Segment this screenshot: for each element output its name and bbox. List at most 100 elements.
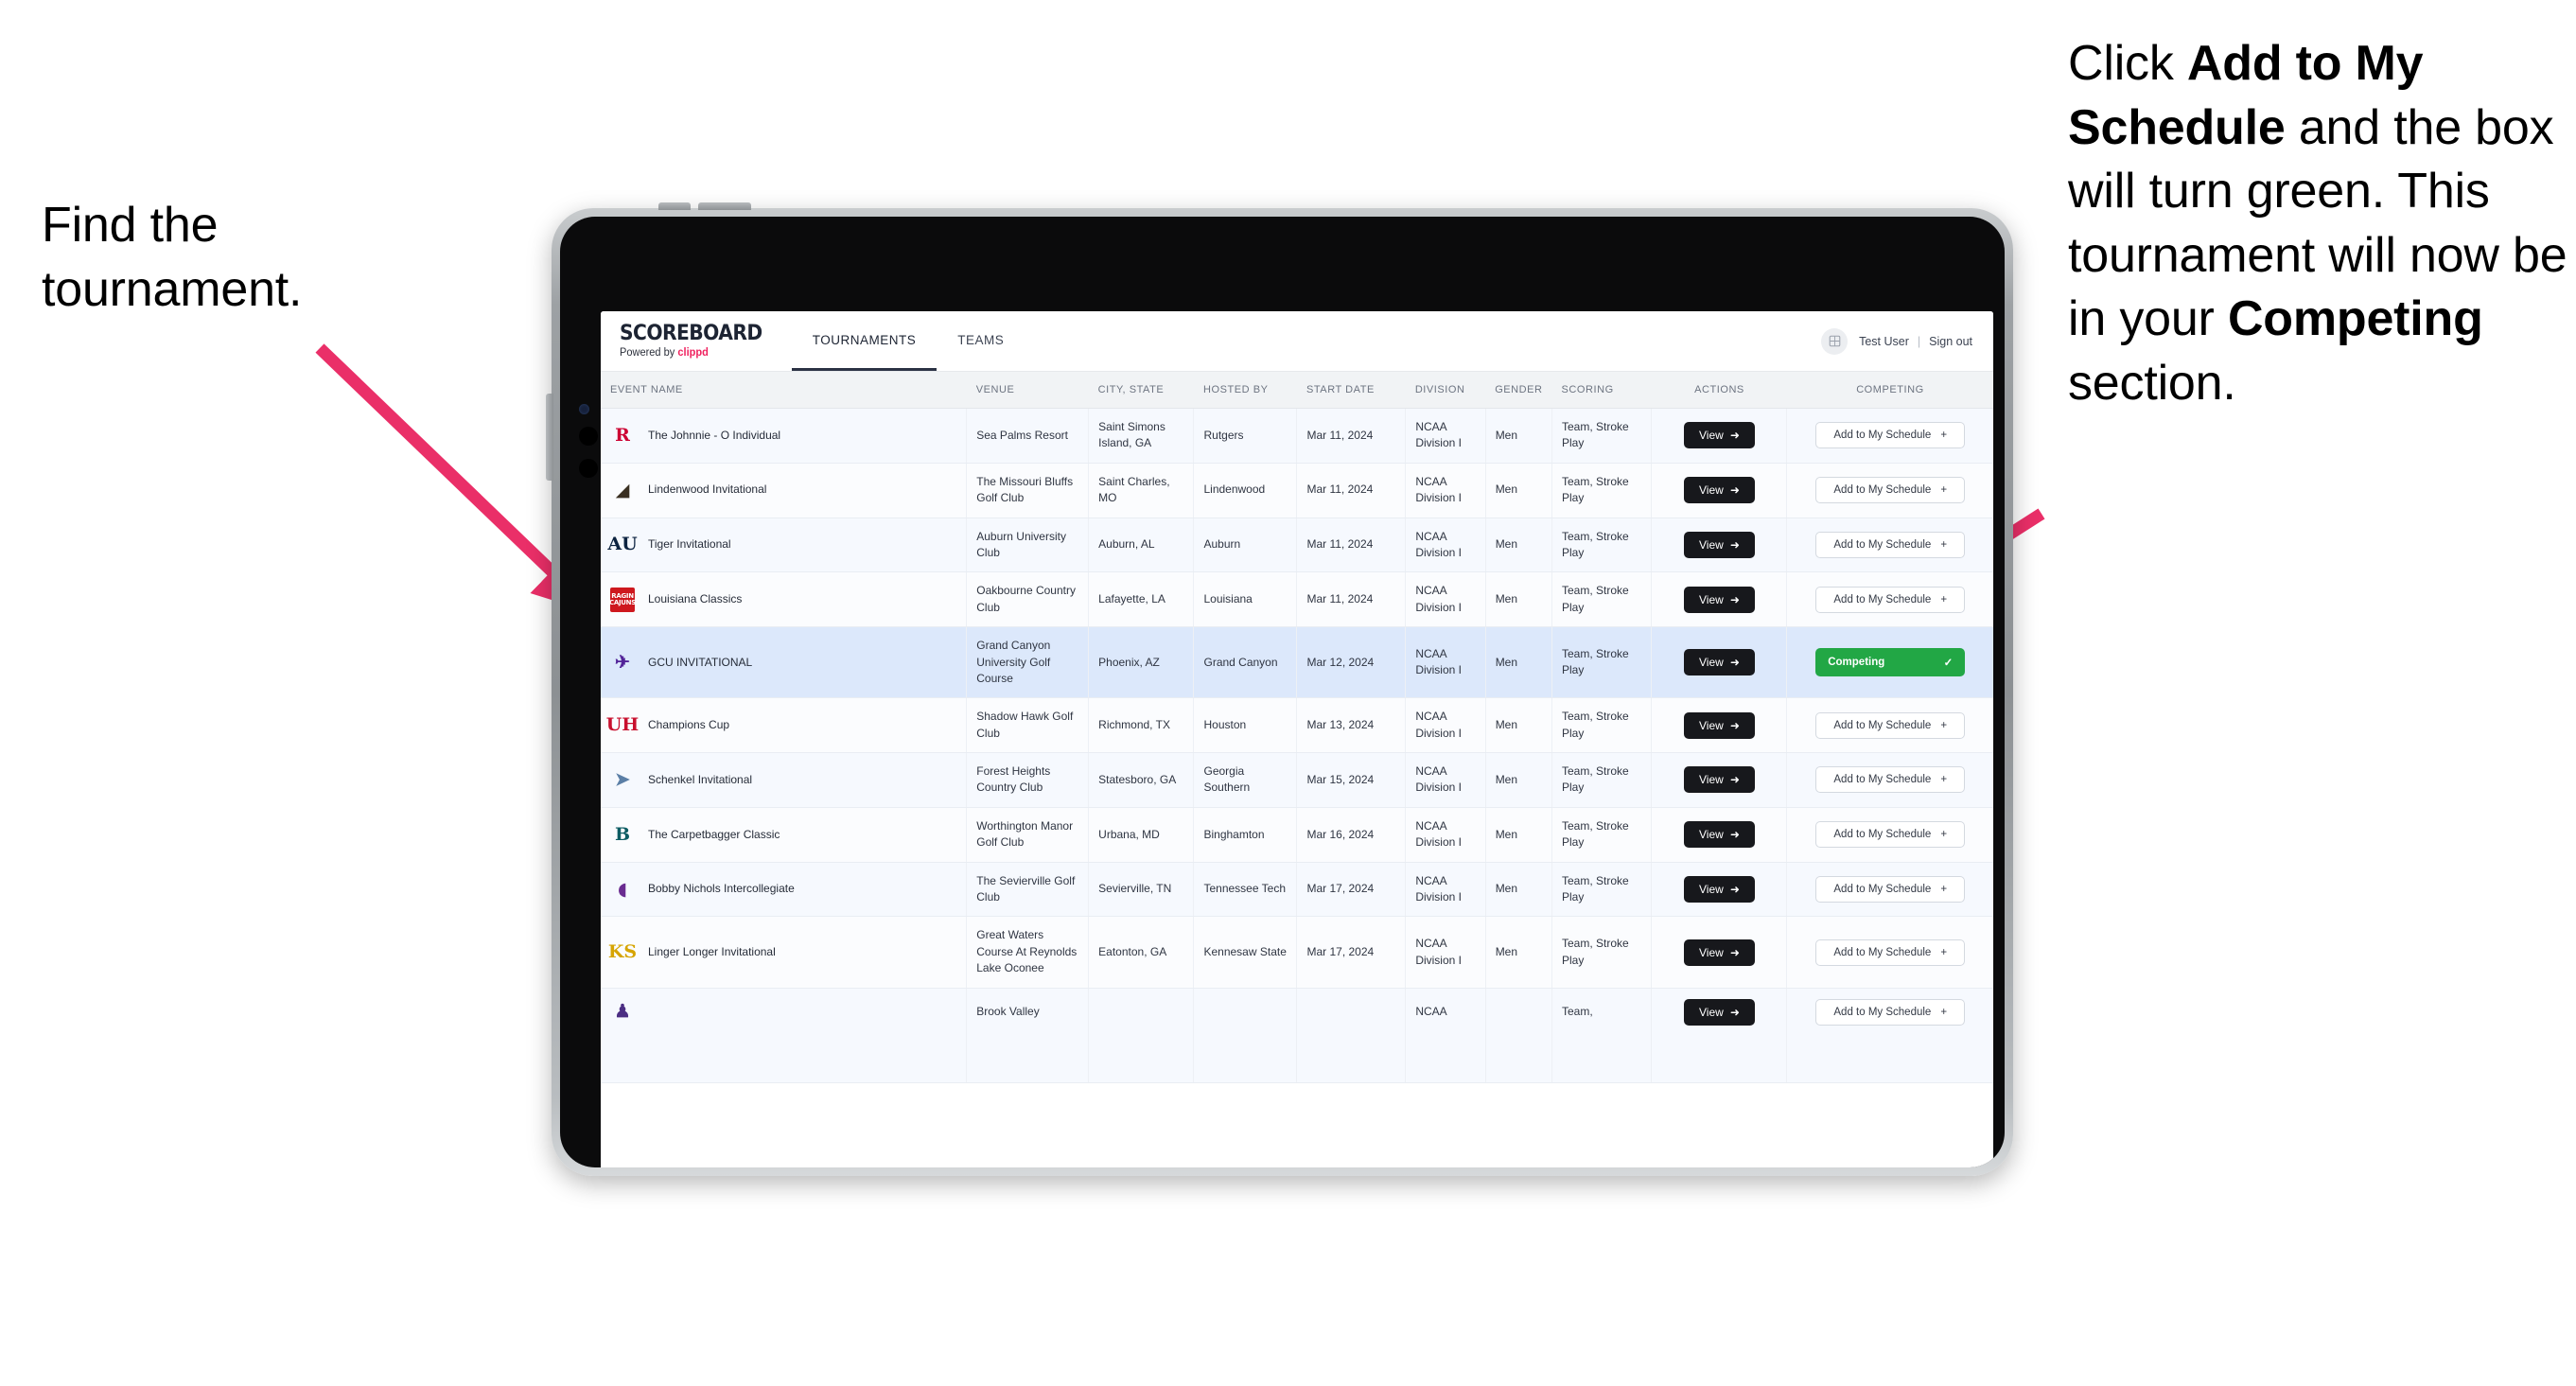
volume-down-button[interactable] <box>698 202 751 210</box>
tournaments-table-scroll[interactable]: EVENT NAME VENUE CITY, STATE HOSTED BY START… <box>601 372 1993 1167</box>
header-spacer <box>1025 311 1821 371</box>
table-row[interactable]: KS Linger Longer Invitational Great Waters… <box>601 916 1993 989</box>
arrow-circle-right-icon: ➜ <box>1729 718 1740 732</box>
user-area: Test User | Sign out <box>1821 311 1993 371</box>
volume-up-button[interactable] <box>658 202 691 210</box>
competing-button[interactable]: Competing ✓ <box>1815 648 1966 677</box>
cell-competing: Add to My Schedule + <box>1786 988 1993 1083</box>
annotation-right-strong: Competing <box>2227 291 2483 347</box>
cell-hosted-by: Lindenwood <box>1193 463 1298 518</box>
table-row[interactable]: ♟ Brook Valley NCAA Team, View ➜ Add to My Sch… <box>601 988 1993 1083</box>
table-row[interactable]: ✈ GCU INVITATIONAL Grand Canyon University… <box>601 626 1993 699</box>
add-to-my-schedule-button[interactable]: Add to My Schedule + <box>1815 586 1966 613</box>
event-name: Champions Cup <box>648 717 730 731</box>
plus-icon: + <box>1940 538 1948 551</box>
add-to-my-schedule-button[interactable]: Add to My Schedule + <box>1815 477 1966 504</box>
view-label: View <box>1699 883 1724 897</box>
add-to-my-schedule-button[interactable]: Add to My Schedule + <box>1815 422 1966 449</box>
power-button[interactable] <box>546 394 553 481</box>
column-header[interactable]: CITY, STATE <box>1088 372 1194 409</box>
plus-icon: + <box>1940 484 1948 497</box>
column-header[interactable]: ACTIONS <box>1651 372 1787 409</box>
column-header[interactable]: SCORING <box>1551 372 1652 409</box>
team-logo-icon: UH <box>605 714 640 736</box>
annotation-right-text: Click <box>2068 36 2187 91</box>
column-header[interactable]: EVENT NAME <box>601 372 967 409</box>
column-header[interactable]: COMPETING <box>1786 372 1993 409</box>
table-row[interactable]: AU Tiger Invitational Auburn University Cl… <box>601 518 1993 573</box>
team-logo-icon: ◖ <box>617 878 627 900</box>
add-to-my-schedule-button[interactable]: Add to My Schedule + <box>1815 939 1966 966</box>
arrow-circle-right-icon: ➜ <box>1729 1005 1740 1019</box>
cell-start-date: Mar 11, 2024 <box>1296 408 1407 464</box>
table-row[interactable]: ◢ Lindenwood Invitational The Missouri Blu… <box>601 463 1993 518</box>
add-to-my-schedule-button[interactable]: Add to My Schedule + <box>1815 821 1966 849</box>
user-separator: | <box>1917 334 1921 348</box>
cell-start-date: Mar 12, 2024 <box>1296 626 1407 699</box>
arrow-circle-right-icon: ➜ <box>1729 945 1740 959</box>
sign-out-link[interactable]: Sign out <box>1929 335 1972 348</box>
tablet-device: SCOREBOARD Powered by clippd TOURNAMENTS… <box>546 202 2013 1176</box>
front-camera-icon <box>579 404 589 414</box>
add-to-my-schedule-button[interactable]: Add to My Schedule + <box>1815 766 1966 794</box>
cell-start-date: Mar 11, 2024 <box>1296 518 1407 573</box>
view-button[interactable]: View ➜ <box>1684 649 1755 676</box>
table-head: EVENT NAME VENUE CITY, STATE HOSTED BY START… <box>601 372 1993 409</box>
view-button[interactable]: View ➜ <box>1684 766 1755 794</box>
view-button[interactable]: View ➜ <box>1684 531 1755 558</box>
table-row[interactable]: ➤ Schenkel Invitational Forest Heights Cou… <box>601 752 1993 808</box>
view-button[interactable]: View ➜ <box>1684 939 1755 966</box>
column-header[interactable]: GENDER <box>1485 372 1552 409</box>
cell-gender: Men <box>1485 862 1553 918</box>
column-header[interactable]: VENUE <box>966 372 1089 409</box>
column-header[interactable]: HOSTED BY <box>1193 372 1297 409</box>
cell-competing: Add to My Schedule + <box>1786 571 1993 628</box>
plus-icon: + <box>1940 430 1948 442</box>
cell-event-name: KS Linger Longer Invitational <box>601 916 968 989</box>
cell-competing: Add to My Schedule + <box>1786 518 1993 573</box>
table-row[interactable]: RAGIN CAJUNS Louisiana Classics Oakbourne … <box>601 571 1993 628</box>
team-logo-icon: ✈ <box>615 651 630 673</box>
view-button[interactable]: View ➜ <box>1684 821 1755 849</box>
annotation-right-text: section. <box>2068 355 2236 411</box>
scoreboard-app: SCOREBOARD Powered by clippd TOURNAMENTS… <box>601 311 1993 1167</box>
view-button[interactable]: View ➜ <box>1684 477 1755 504</box>
column-header[interactable]: START DATE <box>1296 372 1406 409</box>
plus-icon: + <box>1940 946 1948 958</box>
table-row[interactable]: ◖ Bobby Nichols Intercollegiate The Sevier… <box>601 862 1993 918</box>
table-row[interactable]: R The Johnnie - O Individual Sea Palms Res… <box>601 408 1993 464</box>
table-body: R The Johnnie - O Individual Sea Palms Res… <box>601 408 1993 1083</box>
add-to-my-schedule-button[interactable]: Add to My Schedule + <box>1815 876 1966 904</box>
cell-venue: Sea Palms Resort <box>966 408 1090 464</box>
cell-venue: Great Waters Course At Reynolds Lake Oco… <box>966 916 1090 989</box>
cell-gender: Men <box>1485 408 1553 464</box>
view-button[interactable]: View ➜ <box>1684 876 1755 904</box>
view-button[interactable]: View ➜ <box>1684 586 1755 613</box>
cell-division: NCAA Division I <box>1405 916 1486 989</box>
user-meta: Test User | Sign out <box>1859 335 1972 348</box>
cell-actions: View ➜ <box>1651 408 1788 464</box>
event-name: GCU INVITATIONAL <box>648 655 753 669</box>
user-grid-icon[interactable] <box>1821 327 1849 355</box>
table-row[interactable]: B The Carpetbagger Classic Worthington Man… <box>601 807 1993 863</box>
add-to-my-schedule-button[interactable]: Add to My Schedule + <box>1815 998 1966 1026</box>
cell-city-state: Eatonton, GA <box>1088 916 1195 989</box>
tab-tournaments[interactable]: TOURNAMENTS <box>791 311 938 371</box>
cell-hosted-by: Georgia Southern <box>1193 752 1298 808</box>
view-button[interactable]: View ➜ <box>1684 711 1755 739</box>
arrow-circle-right-icon: ➜ <box>1729 592 1740 606</box>
view-button[interactable]: View ➜ <box>1684 998 1755 1026</box>
cell-gender: Men <box>1485 518 1553 573</box>
annotation-right: Click Add to My Schedule and the box wil… <box>2068 32 2576 416</box>
add-to-my-schedule-button[interactable]: Add to My Schedule + <box>1815 711 1966 739</box>
cell-hosted-by: Kennesaw State <box>1193 916 1298 989</box>
column-header[interactable]: DIVISION <box>1405 372 1486 409</box>
add-to-my-schedule-button[interactable]: Add to My Schedule + <box>1815 531 1966 558</box>
table-row[interactable]: UH Champions Cup Shadow Hawk Golf Club Rich… <box>601 697 1993 754</box>
tab-teams[interactable]: TEAMS <box>937 311 1025 371</box>
cell-gender: Men <box>1485 463 1553 518</box>
cell-division: NCAA Division I <box>1405 463 1486 518</box>
view-button[interactable]: View ➜ <box>1684 422 1755 449</box>
brand-logo[interactable]: SCOREBOARD Powered by clippd <box>601 311 792 371</box>
cell-scoring: Team, Stroke Play <box>1551 916 1653 989</box>
